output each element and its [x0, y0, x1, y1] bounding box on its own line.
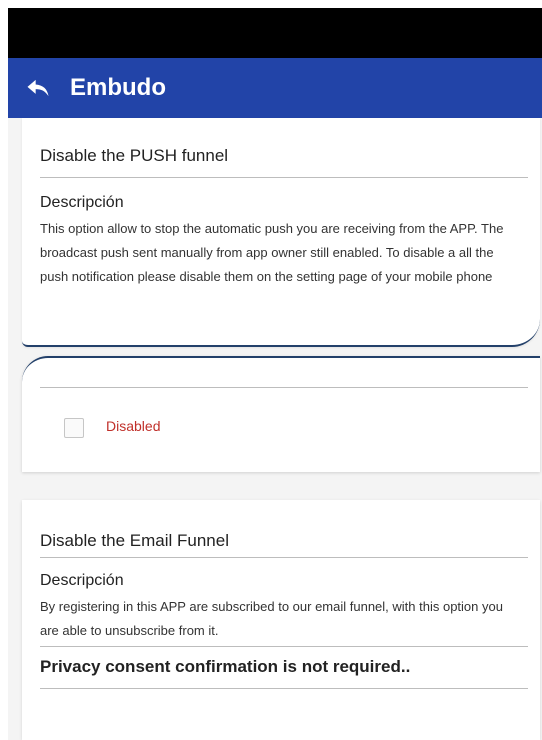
push-funnel-card: Disable the PUSH funnel Descripción This… [22, 118, 540, 347]
push-card-title: Disable the PUSH funnel [40, 146, 229, 165]
email-funnel-card: Disable the Email Funnel Descripción By … [22, 500, 540, 740]
email-description-heading: Descripción [40, 572, 124, 589]
disabled-checkbox-label[interactable]: Disabled [106, 418, 160, 434]
privacy-consent-text: Privacy consent confirmation is not requ… [40, 657, 411, 676]
back-arrow-icon [27, 79, 49, 97]
app-title: Embudo [70, 74, 166, 101]
divider [40, 646, 528, 647]
push-toggle-card: Disabled [22, 356, 540, 472]
email-card-title: Disable the Email Funnel [40, 531, 229, 550]
push-description-text: This option allow to stop the automatic … [40, 221, 504, 284]
email-description-text: By registering in this APP are subscribe… [40, 599, 503, 638]
push-description-heading: Descripción [40, 194, 124, 211]
disabled-checkbox[interactable] [64, 418, 84, 438]
back-button[interactable] [8, 58, 68, 118]
app-bar: Embudo [8, 58, 542, 118]
divider [40, 688, 528, 689]
divider [40, 177, 528, 178]
status-bar [8, 8, 542, 58]
content-area: Disable the PUSH funnel Descripción This… [8, 118, 542, 740]
divider [40, 387, 528, 388]
divider [40, 557, 528, 558]
